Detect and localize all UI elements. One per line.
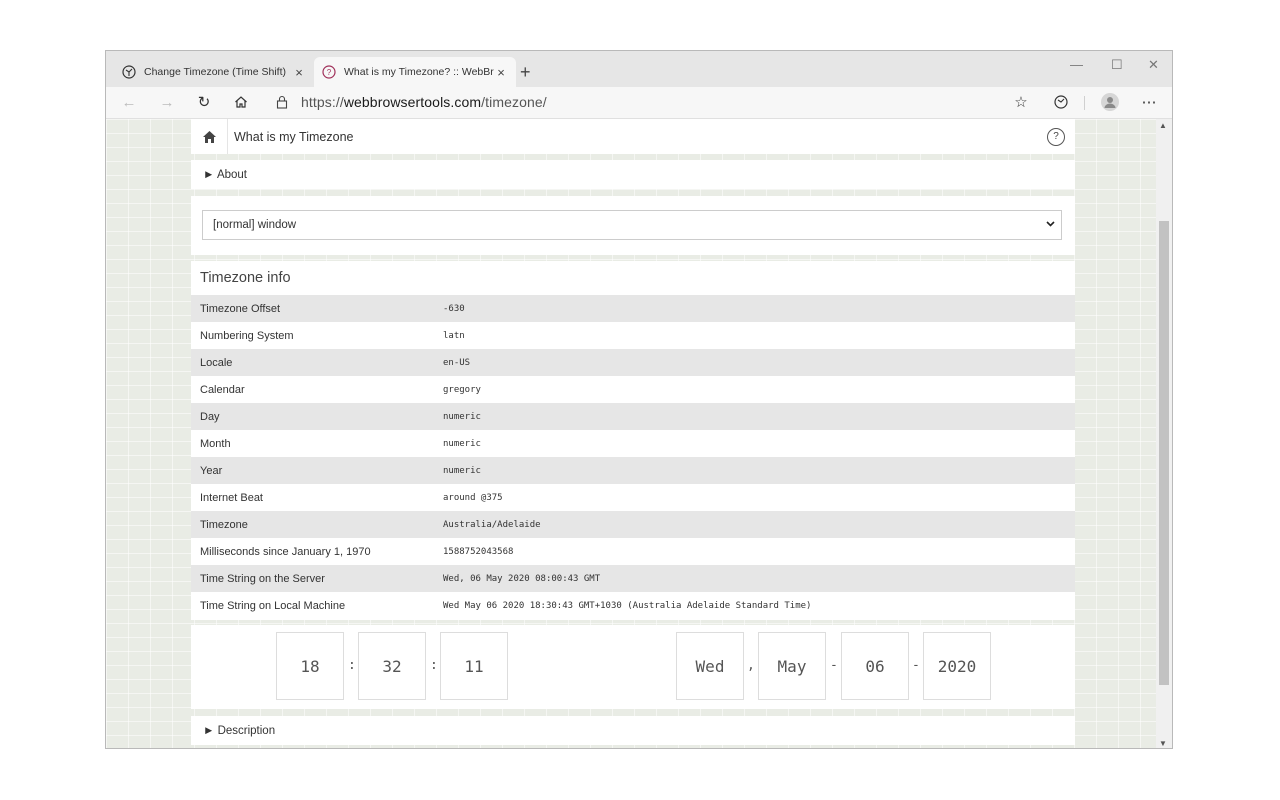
timezone-info-title: Timezone info: [200, 270, 291, 286]
table-row: Locale en-US: [191, 349, 1075, 376]
date-year: 2020: [923, 632, 991, 700]
date-separator: -: [912, 658, 920, 673]
page-scrollbar[interactable]: ▲ ▼: [1156, 119, 1172, 748]
more-menu-icon[interactable]: ⋯: [1140, 93, 1158, 111]
page-title: What is my Timezone: [234, 129, 354, 144]
question-circle-icon: ?: [322, 65, 336, 79]
tab-close-icon[interactable]: ×: [494, 65, 508, 80]
table-row: Year numeric: [191, 457, 1075, 484]
tab-strip: Change Timezone (Time Shift) × ? What is…: [106, 51, 1172, 87]
maximize-button[interactable]: ☐: [1111, 57, 1123, 73]
table-row: Numbering System latn: [191, 322, 1075, 349]
clock-card: 18 : 32 : 11 Wed , May - 06 - 2020: [191, 625, 1075, 709]
scroll-up-arrow-icon[interactable]: ▲: [1159, 121, 1167, 130]
tab-title: Change Timezone (Time Shift): [144, 66, 287, 78]
row-value: Wed May 06 2020 18:30:43 GMT+1030 (Austr…: [443, 600, 812, 611]
row-key: Time String on Local Machine: [200, 599, 346, 612]
url-prefix: https://: [301, 94, 344, 110]
url-path: /timezone/: [481, 94, 547, 110]
row-key: Timezone: [200, 518, 248, 531]
help-icon[interactable]: ?: [1047, 127, 1065, 146]
window-select-card: [normal] window: [191, 196, 1075, 255]
home-icon[interactable]: [232, 93, 250, 111]
table-row: Day numeric: [191, 403, 1075, 430]
tab-title: What is my Timezone? :: WebBro: [344, 66, 494, 78]
row-key: Month: [200, 437, 231, 450]
address-bar[interactable]: https://webbrowsertools.com/timezone/: [301, 94, 547, 110]
time-separator: :: [430, 658, 438, 673]
table-row: Month numeric: [191, 430, 1075, 457]
clock-hours: 18: [276, 632, 344, 700]
url-host: webbrowsertools.com: [343, 94, 482, 110]
row-value: 1588752043568: [443, 546, 514, 557]
back-icon[interactable]: ←: [120, 93, 138, 111]
table-row: Internet Beat around @375: [191, 484, 1075, 511]
table-row: Time String on the Server Wed, 06 May 202…: [191, 565, 1075, 592]
close-window-button[interactable]: ✕: [1148, 57, 1159, 73]
table-row: Timezone Offset -630: [191, 295, 1075, 322]
table-row: Timezone Australia/Adelaide: [191, 511, 1075, 538]
table-row: Milliseconds since January 1, 1970 158875…: [191, 538, 1075, 565]
favorite-star-icon[interactable]: ☆: [1012, 93, 1030, 111]
row-value: numeric: [443, 465, 481, 476]
timezone-globe-icon: [122, 65, 136, 79]
row-key: Year: [200, 464, 223, 477]
clock-seconds: 11: [440, 632, 508, 700]
table-row: Time String on Local Machine Wed May 06 2…: [191, 592, 1075, 619]
row-value: numeric: [443, 438, 481, 449]
chevron-down-icon: [1046, 219, 1055, 230]
browser-toolbar: ← → ↻ https://webbrowsertools.com/timezo…: [106, 87, 1172, 119]
date-comma: ,: [747, 658, 755, 673]
timezone-info-table: Timezone Offset -630 Numbering System latn…: [191, 295, 1075, 619]
about-toggle[interactable]: ► About: [191, 160, 1075, 189]
date-day: 06: [841, 632, 909, 700]
row-value: Wed, 06 May 2020 08:00:43 GMT: [443, 573, 601, 584]
row-key: Time String on the Server: [200, 572, 325, 585]
table-row: Calendar gregory: [191, 376, 1075, 403]
scrollbar-thumb[interactable]: [1159, 221, 1169, 685]
tab-what-is-my-timezone[interactable]: ? What is my Timezone? :: WebBro ×: [314, 57, 516, 87]
description-toggle[interactable]: ► Description: [191, 716, 1075, 745]
row-value: Australia/Adelaide: [443, 519, 541, 530]
row-key: Milliseconds since January 1, 1970: [200, 545, 371, 558]
tab-close-icon[interactable]: ×: [292, 65, 306, 80]
row-key: Numbering System: [200, 329, 294, 342]
extension-icon[interactable]: [1052, 93, 1070, 111]
date-separator: -: [830, 658, 838, 673]
window-type-select[interactable]: [normal] window: [202, 210, 1062, 240]
row-key: Locale: [200, 356, 233, 369]
toolbar-divider: [1084, 96, 1085, 110]
row-key: Timezone Offset: [200, 302, 281, 315]
row-value: around @375: [443, 492, 503, 503]
tab-change-timezone[interactable]: Change Timezone (Time Shift) ×: [114, 57, 314, 87]
browser-window: Change Timezone (Time Shift) × ? What is…: [105, 50, 1173, 749]
row-value: latn: [443, 330, 465, 341]
page-viewport: What is my Timezone ? ► About [normal] w…: [106, 119, 1158, 748]
select-value: [normal] window: [213, 219, 297, 231]
row-value: gregory: [443, 384, 481, 395]
page-header: What is my Timezone ?: [191, 119, 1075, 154]
minimize-button[interactable]: —: [1070, 57, 1083, 72]
refresh-icon[interactable]: ↻: [195, 93, 213, 111]
lock-icon[interactable]: [273, 93, 291, 111]
profile-avatar-icon[interactable]: [1101, 93, 1119, 111]
clock-minutes: 32: [358, 632, 426, 700]
row-key: Day: [200, 410, 220, 423]
scroll-down-arrow-icon[interactable]: ▼: [1159, 739, 1167, 748]
row-key: Calendar: [200, 383, 245, 396]
time-separator: :: [348, 658, 356, 673]
row-key: Internet Beat: [200, 491, 263, 504]
forward-icon[interactable]: →: [158, 93, 176, 111]
row-value: en-US: [443, 357, 471, 368]
date-month: May: [758, 632, 826, 700]
date-weekday: Wed: [676, 632, 744, 700]
home-link-icon[interactable]: [191, 119, 228, 154]
svg-text:?: ?: [327, 68, 332, 77]
timezone-info-card: Timezone info Timezone Offset -630 Number…: [191, 261, 1075, 620]
row-value: numeric: [443, 411, 481, 422]
row-value: -630: [443, 303, 465, 314]
new-tab-button[interactable]: +: [520, 63, 531, 81]
